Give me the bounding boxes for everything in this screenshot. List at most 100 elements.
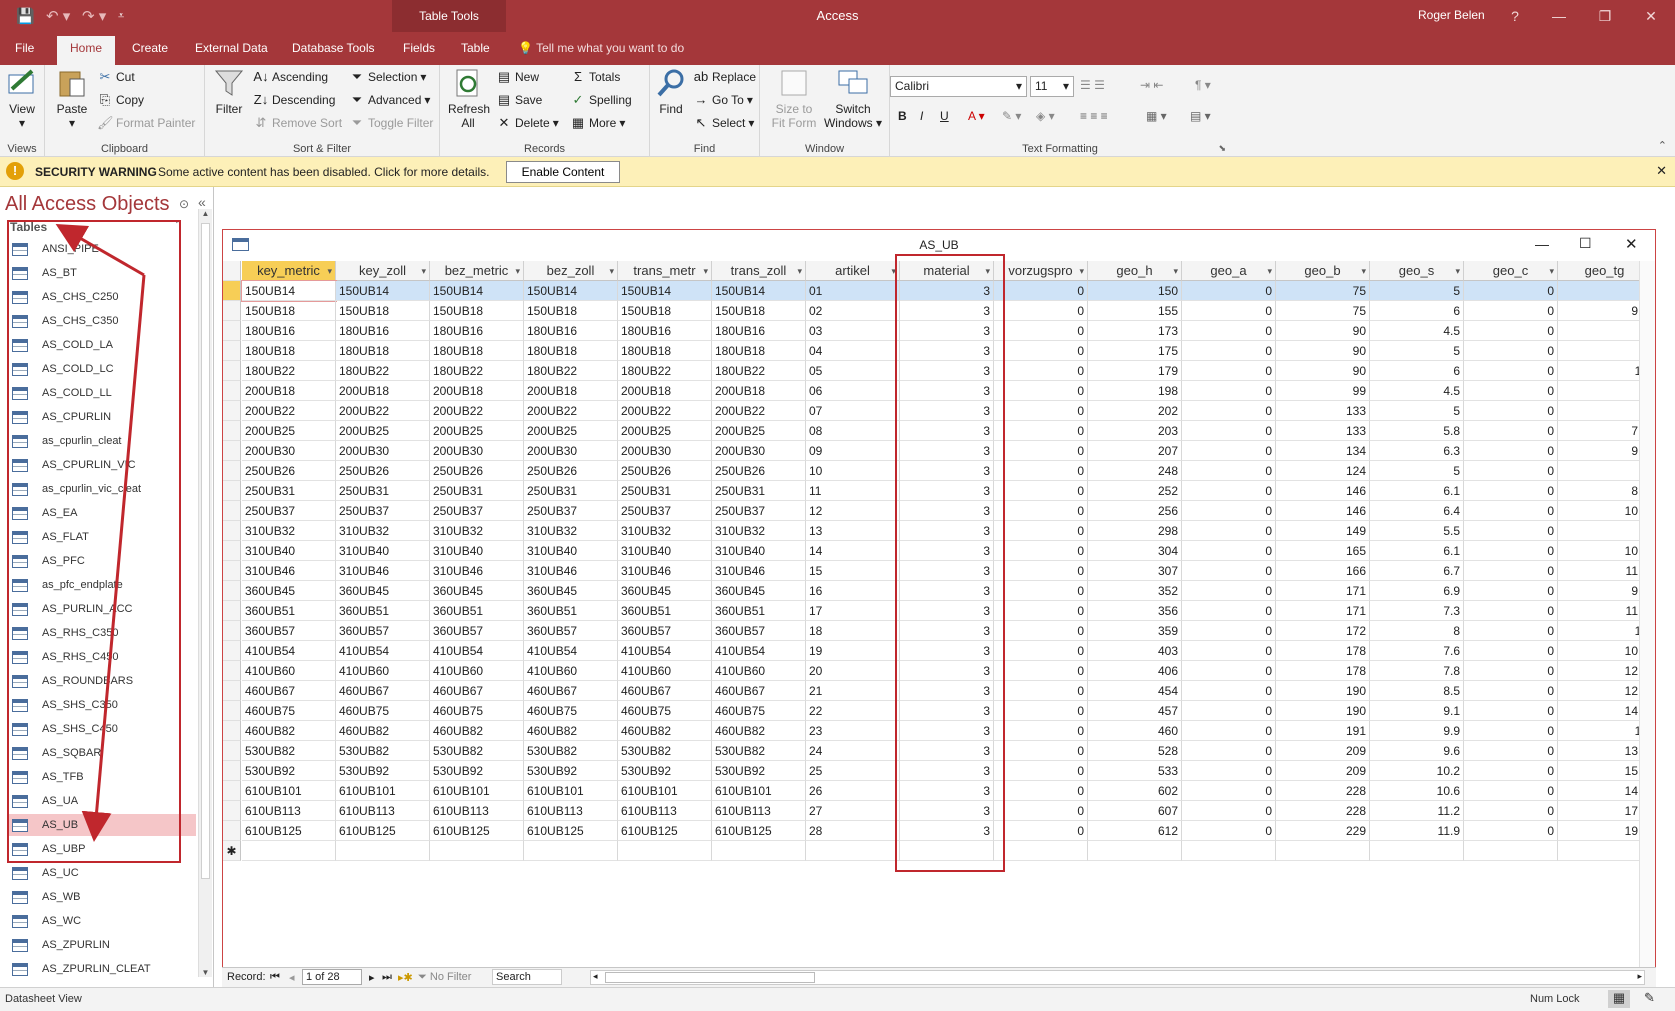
paragraph-direction-button[interactable]: ¶ ▾ [1195,78,1211,92]
security-message[interactable]: Some active content has been disabled. C… [158,165,490,179]
table-cell[interactable]: 0 [994,361,1088,381]
table-cell[interactable]: 0 [1182,661,1276,681]
table-cell[interactable]: 410UB60 [712,661,806,681]
nav-table-item[interactable]: AS_SHS_C450 [8,718,196,740]
table-cell[interactable]: 180UB22 [712,361,806,381]
table-cell[interactable]: 17.3 [1558,801,1652,821]
table-cell[interactable]: 9.1 [1370,701,1464,721]
nav-title[interactable]: All Access Objects [5,193,170,216]
table-cell[interactable]: 610UB125 [712,821,806,841]
table-cell[interactable]: 180UB22 [524,361,618,381]
table-cell[interactable]: 310UB46 [712,561,806,581]
table-cell[interactable]: 24 [806,741,900,761]
table-cell[interactable]: 7.8 [1370,661,1464,681]
column-header[interactable]: bez_zoll ▾ [524,261,618,281]
table-cell[interactable]: 460UB82 [242,721,336,741]
table-cell[interactable]: 200UB18 [336,381,430,401]
collapse-section-icon[interactable]: ⌃ [174,220,182,231]
table-cell[interactable]: 200UB18 [430,381,524,401]
table-cell[interactable]: 14.5 [1558,701,1652,721]
table-cell[interactable]: 13 [1558,621,1652,641]
new-record-cell[interactable] [524,841,618,861]
table-cell[interactable]: 610UB113 [242,801,336,821]
table-cell[interactable]: 0 [1464,361,1558,381]
table-cell[interactable]: 200UB22 [242,401,336,421]
chevron-down-icon[interactable]: ▾ [1079,261,1084,281]
table-cell[interactable]: 8 [1558,461,1652,481]
filter-button[interactable]: Filter [210,67,248,116]
table-cell[interactable]: 256 [1088,501,1182,521]
table-cell[interactable]: 406 [1088,661,1182,681]
table-cell[interactable]: 0 [1182,701,1276,721]
record-selector[interactable] [223,401,241,421]
table-cell[interactable]: 457 [1088,701,1182,721]
switch-windows-button[interactable]: Switch Windows ▾ [822,67,884,130]
record-selector[interactable] [223,761,241,781]
record-selector[interactable] [223,681,241,701]
align-buttons[interactable]: ≡ ≡ ≡ [1080,109,1108,123]
table-cell[interactable]: 13.2 [1558,741,1652,761]
table-cell[interactable]: 200UB30 [242,441,336,461]
table-cell[interactable]: 310UB40 [618,541,712,561]
nav-table-item[interactable]: as_pfc_endplate [8,574,196,596]
table-cell[interactable]: 0 [1464,801,1558,821]
restore-icon[interactable]: ❐ [1590,4,1620,28]
table-cell[interactable]: 3 [900,601,994,621]
table-cell[interactable]: 0 [994,761,1088,781]
font-name-select[interactable]: Calibri ▾ [890,76,1027,97]
table-cell[interactable]: 200UB30 [524,441,618,461]
table-cell[interactable]: 410UB60 [336,661,430,681]
totals-button[interactable]: Σ Totals [570,69,620,84]
table-cell[interactable]: 200UB18 [242,381,336,401]
table-cell[interactable]: 07 [806,401,900,421]
table-cell[interactable]: 7 [1558,381,1652,401]
table-cell[interactable]: 10 [1558,361,1652,381]
table-cell[interactable]: 310UB40 [242,541,336,561]
table-cell[interactable]: 180UB16 [242,321,336,341]
table-cell[interactable]: 0 [994,741,1088,761]
table-cell[interactable]: 180UB18 [524,341,618,361]
table-cell[interactable]: 460UB82 [430,721,524,741]
table-cell[interactable]: 360UB51 [712,601,806,621]
table-cell[interactable]: 310UB46 [524,561,618,581]
table-cell[interactable]: 200UB18 [524,381,618,401]
new-record-cell[interactable] [806,841,900,861]
table-cell[interactable]: 610UB113 [430,801,524,821]
table-cell[interactable]: 6 [1370,301,1464,321]
nav-table-item[interactable]: AS_CHS_C350 [8,310,196,332]
horizontal-scroll-thumb[interactable] [605,972,815,983]
new-record-cell[interactable] [1464,841,1558,861]
table-cell[interactable]: 454 [1088,681,1182,701]
table-cell[interactable]: 20 [806,661,900,681]
tab-home[interactable]: Home [57,36,116,65]
table-cell[interactable]: 310UB46 [242,561,336,581]
record-selector[interactable] [223,581,241,601]
table-cell[interactable]: 250UB37 [712,501,806,521]
table-cell[interactable]: 250UB37 [618,501,712,521]
find-button[interactable]: Find [654,67,688,116]
table-cell[interactable]: 146 [1276,501,1370,521]
table-cell[interactable]: 410UB60 [242,661,336,681]
table-cell[interactable]: 352 [1088,581,1182,601]
table-cell[interactable]: 360UB57 [242,621,336,641]
column-header[interactable]: geo_s ▾ [1370,261,1464,281]
table-cell[interactable]: 0 [1464,681,1558,701]
table-cell[interactable]: 16 [806,581,900,601]
table-cell[interactable]: 27 [806,801,900,821]
table-cell[interactable]: 0 [1464,481,1558,501]
column-header[interactable]: geo_c ▾ [1464,261,1558,281]
record-selector[interactable] [223,821,241,841]
bold-button[interactable]: B [898,109,907,123]
table-cell[interactable]: 530UB92 [524,761,618,781]
table-cell[interactable]: 0 [1464,661,1558,681]
table-cell[interactable]: 410UB54 [712,641,806,661]
table-cell[interactable]: 14 [806,541,900,561]
table-cell[interactable]: 4.5 [1370,381,1464,401]
table-cell[interactable]: 310UB32 [524,521,618,541]
table-cell[interactable]: 410UB54 [618,641,712,661]
table-cell[interactable]: 180UB16 [618,321,712,341]
new-record-cell[interactable] [1088,841,1182,861]
table-cell[interactable]: 150UB14 [430,281,524,301]
table-cell[interactable]: 3 [900,701,994,721]
table-cell[interactable]: 0 [1182,761,1276,781]
